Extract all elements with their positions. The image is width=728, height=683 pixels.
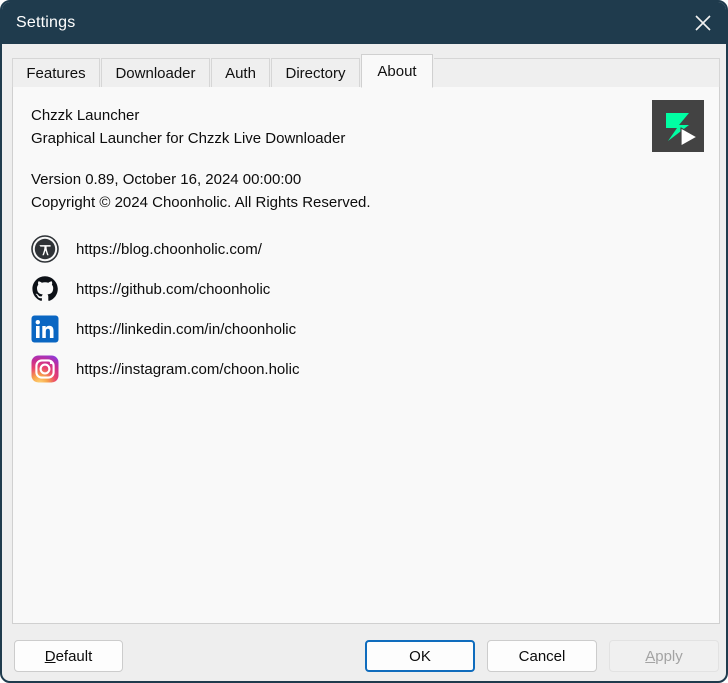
version-text: Version 0.89, October 16, 2024 00:00:00	[31, 171, 302, 188]
link-url: https://instagram.com/choon.holic	[76, 360, 300, 378]
tab-downloader[interactable]: Downloader	[101, 58, 210, 87]
apply-button-label: pply	[655, 647, 683, 665]
tab-about[interactable]: About	[361, 54, 433, 88]
chzzk-logo-icon	[652, 100, 704, 152]
window-titlebar: Settings	[2, 2, 726, 44]
list-item[interactable]: https://github.com/choonholic	[31, 269, 551, 309]
linkedin-icon	[31, 315, 59, 343]
default-button[interactable]: Default	[14, 640, 123, 672]
tab-label: Directory	[285, 64, 346, 82]
default-button-accel: D	[44, 647, 56, 665]
list-item[interactable]: https://linkedin.com/in/choonholic	[31, 309, 551, 349]
tab-auth[interactable]: Auth	[211, 58, 270, 87]
tab-directory[interactable]: Directory	[271, 58, 360, 87]
tab-label: Features	[26, 64, 86, 82]
copyright-text: Copyright © 2024 Choonholic. All Rights …	[31, 194, 371, 211]
github-icon	[31, 275, 59, 303]
settings-window: Settings Features Downloader Auth Direct…	[0, 0, 728, 683]
close-icon[interactable]	[680, 2, 726, 44]
app-name: Chzzk Launcher	[31, 107, 140, 124]
window-title: Settings	[16, 14, 76, 31]
apply-button: Apply	[609, 640, 719, 672]
tab-bar: Features Downloader Auth Directory About	[12, 54, 720, 88]
app-description: Graphical Launcher for Chzzk Live Downlo…	[31, 130, 346, 147]
ok-button-label: OK	[409, 647, 431, 665]
list-item[interactable]: https://blog.choonholic.com/	[31, 229, 551, 269]
tab-label: Downloader	[115, 64, 196, 82]
cancel-button[interactable]: Cancel	[487, 640, 597, 672]
about-panel: Chzzk Launcher Graphical Launcher for Ch…	[12, 87, 720, 624]
instagram-icon	[31, 355, 59, 383]
link-url: https://github.com/choonholic	[76, 280, 271, 298]
wordpress-icon	[31, 235, 59, 263]
list-item[interactable]: https://instagram.com/choon.holic	[31, 349, 551, 389]
tab-label: About	[377, 62, 417, 80]
cancel-button-label: Cancel	[518, 647, 566, 665]
tab-strip-filler	[434, 58, 720, 87]
link-url: https://blog.choonholic.com/	[76, 240, 262, 258]
link-url: https://linkedin.com/in/choonholic	[76, 320, 297, 338]
tab-label: Auth	[225, 64, 256, 82]
ok-button[interactable]: OK	[365, 640, 475, 672]
tab-features[interactable]: Features	[12, 58, 100, 87]
social-links-list: https://blog.choonholic.com/ https://git…	[31, 229, 551, 389]
apply-button-accel: A	[645, 647, 656, 665]
default-button-label: efault	[55, 647, 93, 665]
